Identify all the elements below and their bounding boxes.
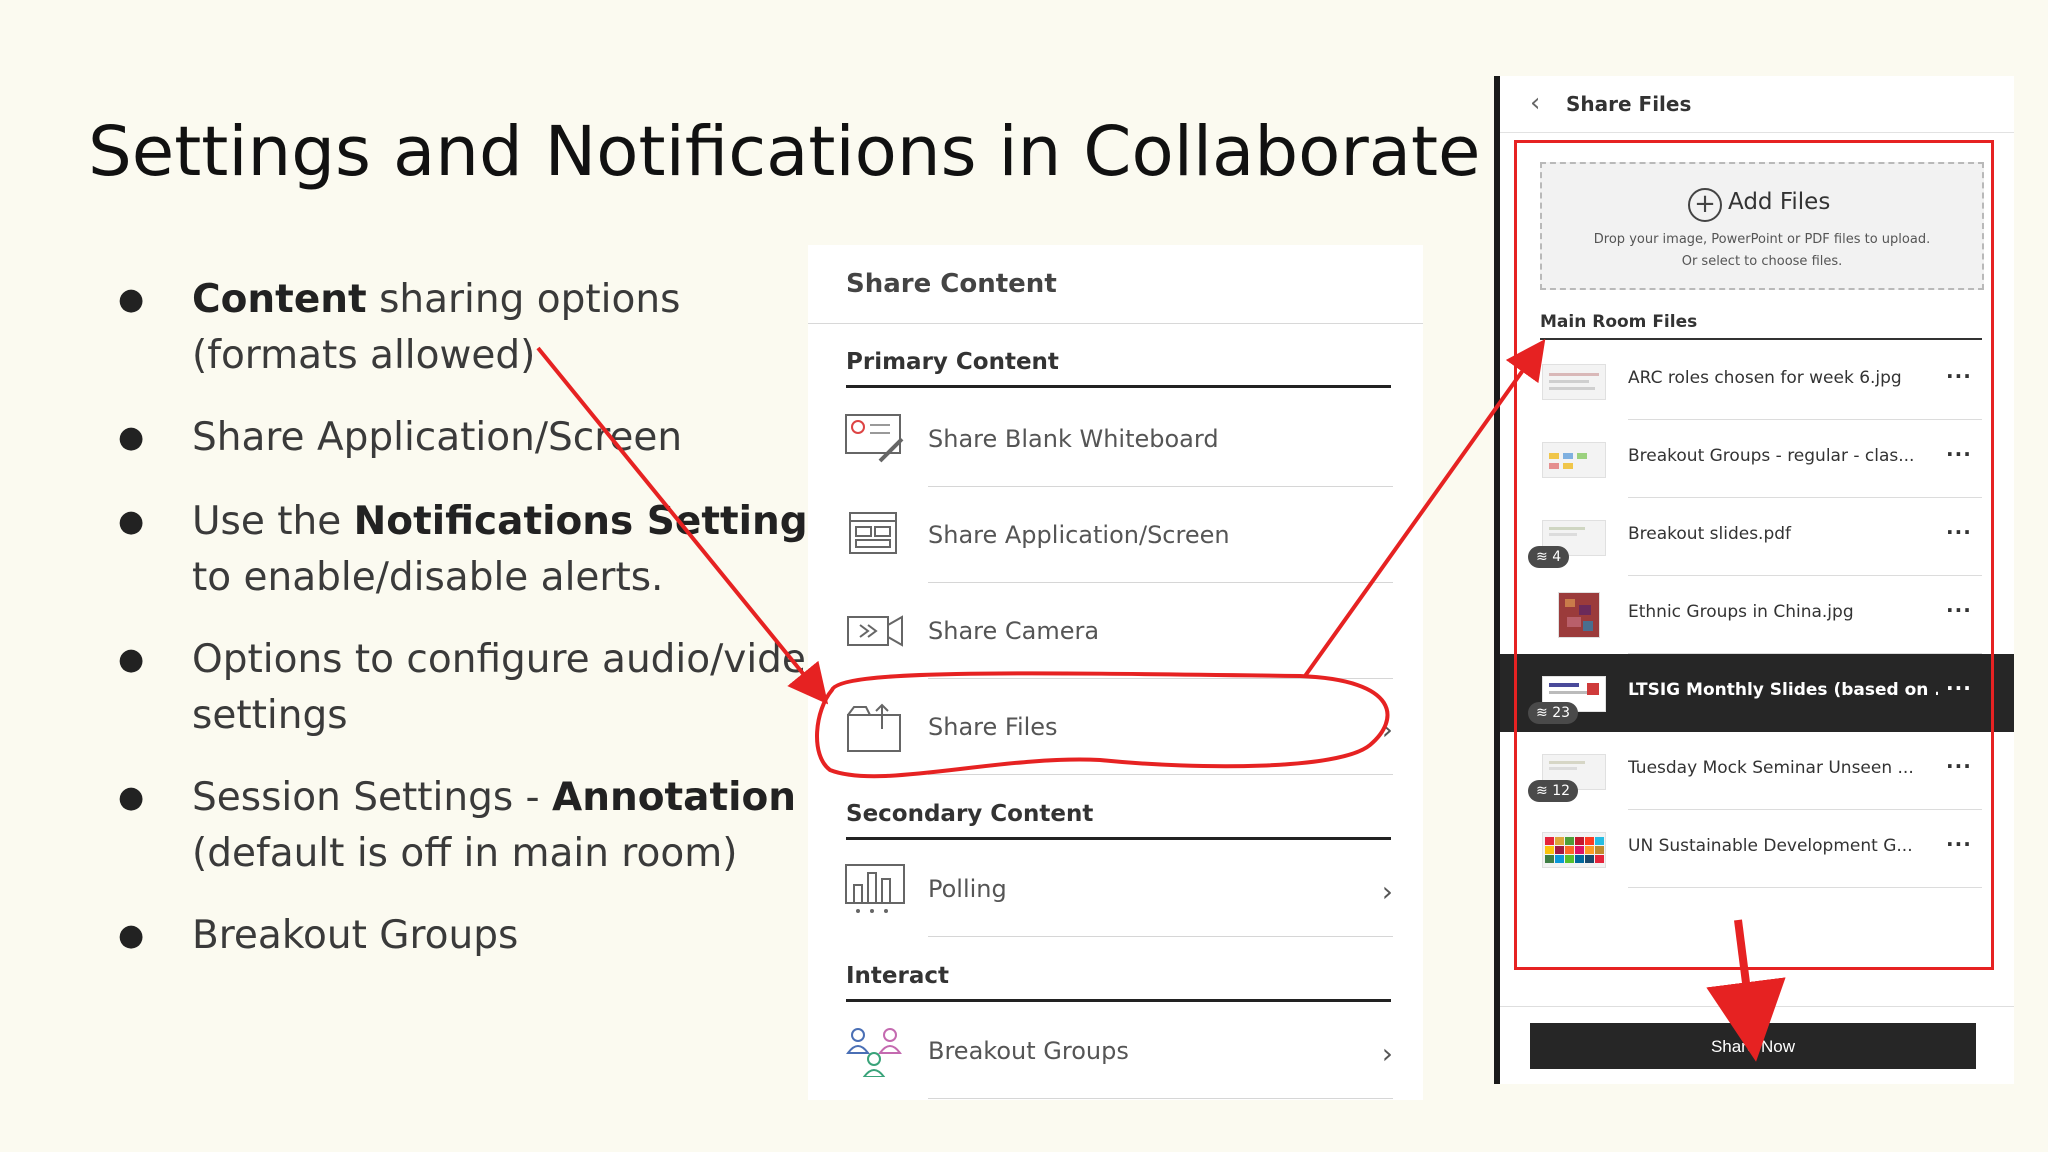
share-content-panel: Share Content Primary Content Share Blan… — [808, 245, 1423, 1100]
more-options-icon[interactable]: ··· — [1946, 364, 1972, 388]
share-files-panel: ‹ Share Files + Add Files Drop your imag… — [1494, 76, 2014, 1084]
file-name: Ethnic Groups in China.jpg — [1628, 602, 1854, 622]
more-options-icon[interactable]: ··· — [1946, 598, 1972, 622]
more-options-icon[interactable]: ··· — [1946, 754, 1972, 778]
polling-button[interactable]: Polling › — [838, 841, 1393, 937]
add-circle-icon: + — [1688, 188, 1722, 222]
file-row[interactable]: ≋ 12 Tuesday Mock Seminar Unseen ... ··· — [1500, 732, 2014, 810]
file-name: Tuesday Mock Seminar Unseen ... — [1628, 758, 1914, 778]
more-options-icon[interactable]: ··· — [1946, 832, 1972, 856]
share-camera-label: Share Camera — [928, 617, 1100, 645]
file-name: UN Sustainable Development G... — [1628, 836, 1913, 856]
chevron-right-icon: › — [1381, 1037, 1393, 1070]
folder-icon — [847, 703, 901, 752]
share-now-button[interactable]: Share Now — [1530, 1023, 1976, 1069]
panel-header: Share Content — [808, 245, 1423, 324]
slide-count-badge: ≋ 12 — [1528, 780, 1579, 802]
layers-icon: ≋ — [1536, 783, 1553, 799]
whiteboard-icon — [845, 414, 904, 463]
share-whiteboard-label: Share Blank Whiteboard — [928, 425, 1219, 453]
share-screen-button[interactable]: Share Application/Screen — [838, 487, 1393, 583]
screen-icon — [849, 512, 897, 554]
secondary-content-heading: Secondary Content — [846, 801, 1094, 827]
primary-content-heading: Primary Content — [846, 349, 1059, 375]
main-room-files-heading: Main Room Files — [1540, 312, 1698, 332]
file-row[interactable]: Breakout Groups - regular - clas... ··· — [1500, 420, 2014, 498]
file-name: ARC roles chosen for week 6.jpg — [1628, 368, 1902, 388]
share-now-footer: Share Now — [1500, 1006, 2014, 1085]
back-chevron-icon[interactable]: ‹ — [1530, 88, 1540, 118]
breakout-groups-label: Breakout Groups — [928, 1037, 1129, 1065]
slide-title: Settings and Notifications in Collaborat… — [88, 112, 1481, 192]
share-files-title: Share Files — [1566, 92, 1692, 116]
panel-title: Share Content — [846, 269, 1057, 299]
file-row[interactable]: ARC roles chosen for week 6.jpg ··· — [1500, 342, 2014, 420]
file-row[interactable]: ≋ 4 Breakout slides.pdf ··· — [1500, 498, 2014, 576]
file-thumbnail — [1542, 364, 1606, 400]
add-files-label: Add Files — [1728, 189, 1831, 215]
polling-icon — [845, 864, 905, 913]
more-options-icon[interactable]: ··· — [1946, 676, 1972, 700]
layers-icon: ≋ — [1536, 549, 1553, 565]
polling-label: Polling — [928, 875, 1007, 903]
file-thumbnail — [1558, 592, 1600, 638]
more-options-icon[interactable]: ··· — [1946, 520, 1972, 544]
file-name: Breakout slides.pdf — [1628, 524, 1792, 544]
breakout-groups-icon — [846, 1028, 902, 1077]
breakout-groups-button[interactable]: Breakout Groups › — [838, 1003, 1393, 1099]
share-screen-label: Share Application/Screen — [928, 521, 1230, 549]
file-name: Breakout Groups - regular - clas... — [1628, 446, 1915, 466]
share-files-header: ‹ Share Files — [1500, 76, 2014, 133]
file-thumbnail — [1542, 832, 1606, 868]
file-name: LTSIG Monthly Slides (based on ... — [1628, 680, 1938, 700]
slide-count-badge: ≋ 4 — [1528, 546, 1570, 568]
chevron-right-icon: › — [1381, 713, 1393, 746]
interact-heading: Interact — [846, 963, 950, 989]
chevron-right-icon: › — [1381, 875, 1393, 908]
file-thumbnail — [1542, 442, 1606, 478]
drop-instruction: Drop your image, PowerPoint or PDF files… — [1593, 232, 1931, 247]
share-whiteboard-button[interactable]: Share Blank Whiteboard — [838, 391, 1393, 487]
file-row[interactable]: Ethnic Groups in China.jpg ··· — [1500, 576, 2014, 654]
share-camera-button[interactable]: Share Camera — [838, 583, 1393, 679]
camera-icon — [847, 615, 903, 647]
drop-instruction-secondary: Or select to choose files. — [1681, 254, 1843, 269]
more-options-icon[interactable]: ··· — [1946, 442, 1972, 466]
slide-count-badge: ≋ 23 — [1528, 702, 1579, 724]
file-dropzone[interactable]: + Add Files Drop your image, PowerPoint … — [1540, 162, 1984, 290]
file-row-selected[interactable]: ≋ 23 LTSIG Monthly Slides (based on ... … — [1500, 654, 2014, 732]
file-row[interactable]: UN Sustainable Development G... ··· — [1500, 810, 2014, 888]
layers-icon: ≋ — [1536, 705, 1553, 721]
share-files-label: Share Files — [928, 713, 1058, 741]
share-files-button[interactable]: Share Files › — [838, 679, 1393, 775]
